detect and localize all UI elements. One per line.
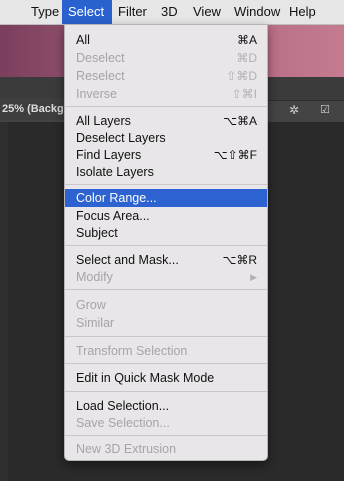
- menu-separator: [65, 184, 267, 185]
- menu-item-label: All: [76, 33, 90, 47]
- document-tab[interactable]: 25% (Backg: [0, 98, 70, 120]
- menu-item-label: Focus Area...: [76, 209, 150, 223]
- menu-separator: [65, 245, 267, 246]
- menu-item-label: All Layers: [76, 114, 131, 128]
- menubar-3d[interactable]: 3D: [155, 0, 184, 24]
- menu-item-label: Save Selection...: [76, 416, 170, 430]
- menu-item-shortcut: ⌘A: [236, 33, 257, 47]
- menu-item-deselect[interactable]: Deselect ⌘D: [65, 49, 267, 67]
- menu-separator: [65, 289, 267, 290]
- menubar-filter[interactable]: Filter: [112, 0, 153, 24]
- menubar-help[interactable]: Help: [283, 0, 322, 24]
- menubar-select[interactable]: Select: [62, 0, 112, 24]
- menu-item-focus-area[interactable]: Focus Area...: [65, 207, 267, 225]
- menu-item-quick-mask[interactable]: Edit in Quick Mask Mode: [65, 369, 267, 387]
- menu-item-shortcut: ⇧⌘D: [226, 69, 257, 83]
- menu-item-inverse[interactable]: Inverse ⇧⌘I: [65, 85, 267, 103]
- menu-item-shortcut: ⌥⌘R: [222, 253, 258, 267]
- menu-item-label: Isolate Layers: [76, 165, 154, 179]
- menu-item-shortcut: ⌥⇧⌘F: [213, 148, 257, 162]
- menu-item-isolate-layers[interactable]: Isolate Layers: [65, 163, 267, 181]
- menu-item-label: Modify: [76, 270, 113, 284]
- menu-item-label: New 3D Extrusion: [76, 442, 177, 456]
- menu-item-label: Select and Mask...: [76, 253, 179, 267]
- menu-item-find-layers[interactable]: Find Layers ⌥⇧⌘F: [65, 146, 267, 164]
- menu-separator: [65, 435, 267, 436]
- menu-item-all-layers[interactable]: All Layers ⌥⌘A: [65, 112, 267, 130]
- menu-item-shortcut: ⌘D: [236, 51, 257, 65]
- tools-panel-edge: [0, 122, 8, 481]
- menu-item-label: Deselect Layers: [76, 131, 166, 145]
- menu-item-grow[interactable]: Grow: [65, 296, 267, 314]
- menu-item-new-3d-extrusion[interactable]: New 3D Extrusion: [65, 440, 267, 458]
- menu-item-reselect[interactable]: Reselect ⇧⌘D: [65, 67, 267, 85]
- menu-item-save-selection[interactable]: Save Selection...: [65, 414, 267, 432]
- menu-item-transform-selection[interactable]: Transform Selection: [65, 342, 267, 360]
- gear-icon[interactable]: ✲: [289, 103, 299, 117]
- menu-bar: Type Select Filter 3D View Window Help: [0, 0, 344, 25]
- menu-item-load-selection[interactable]: Load Selection...: [65, 397, 267, 415]
- menu-separator: [65, 391, 267, 392]
- menu-separator: [65, 363, 267, 364]
- menu-item-similar[interactable]: Similar: [65, 314, 267, 332]
- menu-item-color-range[interactable]: Color Range...: [65, 189, 267, 207]
- menu-item-select-and-mask[interactable]: Select and Mask... ⌥⌘R: [65, 251, 267, 269]
- menu-item-label: Load Selection...: [76, 399, 170, 413]
- menu-item-label: Grow: [76, 298, 106, 312]
- menu-item-label: Subject: [76, 226, 118, 240]
- menubar-type[interactable]: Type: [25, 0, 65, 24]
- menu-separator: [65, 336, 267, 337]
- menu-item-label: Color Range...: [76, 191, 157, 205]
- menu-item-shortcut: ⇧⌘I: [231, 87, 257, 101]
- menu-item-label: Reselect: [76, 69, 125, 83]
- menu-item-modify[interactable]: Modify ▶: [65, 268, 267, 286]
- menu-item-label: Transform Selection: [76, 344, 188, 358]
- menu-item-subject[interactable]: Subject: [65, 224, 267, 242]
- menu-separator: [65, 106, 267, 107]
- checkbox-icon[interactable]: ☑: [320, 103, 330, 117]
- menu-item-label: Deselect: [76, 51, 125, 65]
- menu-item-label: Find Layers: [76, 148, 142, 162]
- menu-item-label: Inverse: [76, 87, 117, 101]
- select-menu: All ⌘A Deselect ⌘D Reselect ⇧⌘D Inverse …: [64, 24, 268, 461]
- menu-item-shortcut: ⌥⌘A: [223, 114, 257, 128]
- menubar-window[interactable]: Window: [228, 0, 286, 24]
- menu-item-deselect-layers[interactable]: Deselect Layers: [65, 129, 267, 147]
- menu-item-label: Similar: [76, 316, 115, 330]
- menu-item-all[interactable]: All ⌘A: [65, 31, 267, 49]
- submenu-arrow-icon: ▶: [250, 272, 257, 282]
- menu-item-label: Edit in Quick Mask Mode: [76, 371, 215, 385]
- menubar-view[interactable]: View: [187, 0, 227, 24]
